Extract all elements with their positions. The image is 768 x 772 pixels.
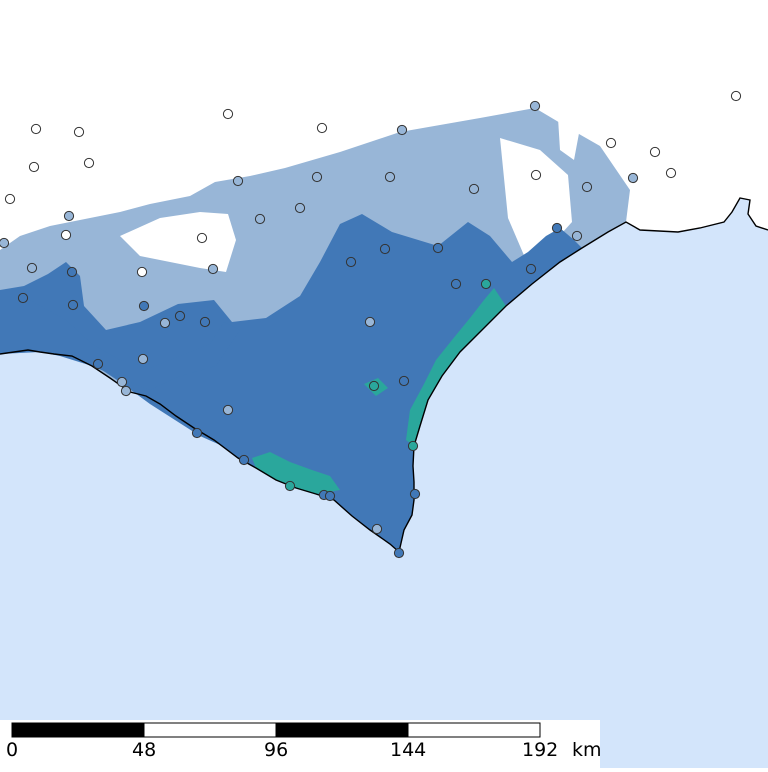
scale-bar-graphic	[11, 722, 541, 738]
station-marker-medium	[525, 263, 537, 275]
station-marker-none	[530, 169, 542, 181]
station-marker-light	[0, 237, 10, 249]
scale-segment-4	[407, 722, 541, 738]
station-marker-medium	[67, 299, 79, 311]
station-marker-medium	[324, 490, 336, 502]
station-marker-medium	[432, 242, 444, 254]
station-marker-light	[468, 183, 480, 195]
station-marker-teal	[407, 440, 419, 452]
map-canvas	[0, 0, 768, 768]
station-marker-light	[159, 317, 171, 329]
station-marker-none	[28, 161, 40, 173]
station-marker-medium	[92, 358, 104, 370]
scale-bar	[0, 720, 600, 768]
scale-segment-3	[275, 722, 409, 738]
station-marker-light	[137, 353, 149, 365]
station-marker-medium	[551, 222, 563, 234]
station-marker-light	[294, 202, 306, 214]
station-marker-none	[316, 122, 328, 134]
station-marker-none	[222, 108, 234, 120]
station-marker-light	[116, 376, 128, 388]
station-marker-light	[384, 171, 396, 183]
station-marker-light	[311, 171, 323, 183]
station-marker-none	[196, 232, 208, 244]
station-marker-none	[605, 137, 617, 149]
scale-segment-1	[11, 722, 145, 738]
station-marker-light	[396, 124, 408, 136]
station-marker-none	[73, 126, 85, 138]
station-marker-medium	[450, 278, 462, 290]
scale-segment-2	[143, 722, 277, 738]
station-marker-medium	[409, 488, 421, 500]
scale-tick-0: 0	[6, 739, 19, 761]
station-marker-none	[730, 90, 742, 102]
station-marker-light	[26, 262, 38, 274]
station-marker-medium	[17, 292, 29, 304]
station-marker-light	[232, 175, 244, 187]
station-marker-light	[120, 385, 132, 397]
station-marker-medium	[174, 310, 186, 322]
station-marker-light	[571, 230, 583, 242]
station-marker-light	[364, 316, 376, 328]
station-marker-light	[627, 172, 639, 184]
station-marker-light	[581, 181, 593, 193]
station-marker-none	[649, 146, 661, 158]
scale-tick-1: 48	[132, 739, 157, 761]
scale-tick-4: 192	[522, 739, 559, 761]
station-marker-medium	[191, 427, 203, 439]
station-marker-medium	[398, 375, 410, 387]
station-marker-teal	[480, 278, 492, 290]
station-marker-teal	[284, 480, 296, 492]
station-marker-light	[371, 523, 383, 535]
station-marker-none	[30, 123, 42, 135]
station-marker-medium	[199, 316, 211, 328]
scale-unit: km	[572, 739, 602, 761]
station-marker-light	[254, 213, 266, 225]
station-marker-light	[207, 263, 219, 275]
station-marker-medium	[138, 300, 150, 312]
station-marker-none	[665, 167, 677, 179]
station-marker-none	[60, 229, 72, 241]
station-marker-teal	[368, 380, 380, 392]
station-marker-medium	[345, 256, 357, 268]
station-marker-light	[529, 100, 541, 112]
station-marker-medium	[66, 266, 78, 278]
station-marker-light	[222, 404, 234, 416]
station-marker-none	[4, 193, 16, 205]
station-marker-none	[136, 266, 148, 278]
station-marker-medium	[393, 547, 405, 559]
station-marker-none	[83, 157, 95, 169]
station-marker-medium	[238, 454, 250, 466]
station-marker-light	[63, 210, 75, 222]
station-marker-medium	[379, 243, 391, 255]
scale-tick-3: 144	[390, 739, 427, 761]
scale-tick-2: 96	[264, 739, 289, 761]
